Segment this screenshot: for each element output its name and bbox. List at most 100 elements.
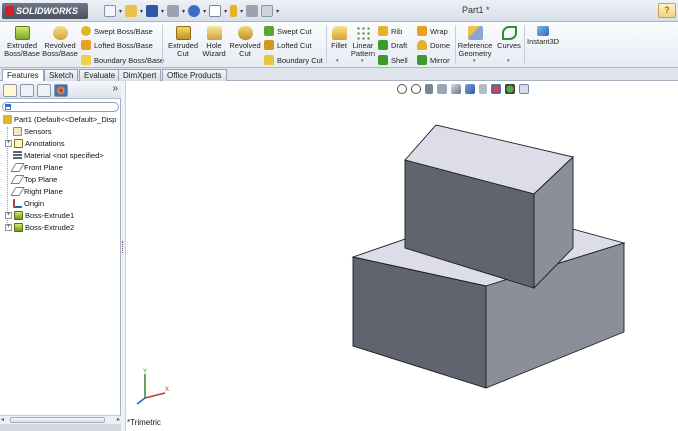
extruded-boss-icon (14, 26, 30, 40)
model-canvas[interactable]: Y X (127, 81, 678, 431)
document-title: Part1 * (462, 5, 490, 15)
draft-icon (378, 40, 388, 50)
open-dropdown-icon[interactable]: ▾ (140, 8, 143, 15)
expand-icon[interactable]: + (5, 224, 12, 231)
reference-geometry-label: Reference Geometry (457, 41, 493, 58)
instant3d-button[interactable]: Instant3D (527, 22, 559, 46)
swept-cut-button[interactable]: Swept Cut (264, 25, 312, 37)
extruded-boss-button[interactable]: Extruded Boss/Base (4, 22, 40, 58)
tree-node-front-plane[interactable]: Front Plane (10, 162, 63, 173)
revolved-boss-button[interactable]: Revolved Boss/Base (42, 22, 78, 58)
scroll-left-icon[interactable]: ◂ (1, 416, 4, 423)
splitter-grip-icon[interactable] (122, 241, 124, 253)
print-dropdown-icon[interactable]: ▾ (182, 8, 185, 15)
rib-label: Rib (391, 26, 403, 36)
revolved-cut-button[interactable]: Revolved Cut (228, 22, 262, 58)
undo-icon[interactable] (188, 5, 201, 17)
dome-button[interactable]: Dome (417, 39, 450, 51)
feature-manager-tree-icon[interactable] (3, 84, 17, 97)
tab-sketch[interactable]: Sketch (44, 69, 79, 81)
undo-dropdown-icon[interactable]: ▾ (203, 8, 206, 15)
boundary-boss-button[interactable]: Boundary Boss/Base (81, 54, 164, 66)
extruded-cut-button[interactable]: Extruded Cut (165, 22, 201, 58)
graphics-area[interactable]: Y X *Trimetric (127, 81, 678, 431)
new-dropdown-icon[interactable]: ▾ (119, 8, 122, 15)
configuration-manager-icon[interactable] (37, 84, 51, 97)
tab-office-products[interactable]: Office Products (162, 69, 227, 81)
options-dropdown-icon[interactable]: ▾ (276, 8, 279, 15)
tree-node-sensors[interactable]: Sensors (13, 126, 52, 137)
feature-manager-panel: » Part1 (Default<<Default>_Disp Sensors … (0, 81, 121, 431)
part-icon (3, 115, 12, 124)
tab-evaluate[interactable]: Evaluate (79, 69, 121, 81)
lofted-boss-label: Lofted Boss/Base (94, 40, 153, 50)
hole-wizard-label: Hole Wizard (202, 41, 226, 58)
rebuild-icon[interactable] (230, 5, 238, 17)
fillet-button[interactable]: Fillet (329, 22, 349, 50)
help-icon[interactable]: ? (658, 3, 676, 18)
dome-label: Dome (430, 40, 451, 50)
rib-button[interactable]: Rib (378, 25, 402, 37)
ribbon-separator (326, 25, 327, 65)
options-icon[interactable] (261, 5, 274, 17)
property-manager-icon[interactable] (20, 84, 34, 97)
save-dropdown-icon[interactable]: ▾ (161, 8, 164, 15)
wrap-button[interactable]: Wrap (417, 25, 448, 37)
more-tabs-icon[interactable]: » (112, 83, 118, 94)
tree-node-material[interactable]: Material <not specified> (13, 150, 104, 161)
tab-dimxpert[interactable]: DimXpert (118, 69, 162, 81)
mirror-icon (417, 55, 427, 65)
solidworks-logo[interactable]: SOLIDWORKS (2, 3, 88, 19)
new-document-icon[interactable] (104, 5, 116, 17)
lofted-boss-button[interactable]: Lofted Boss/Base (81, 39, 153, 51)
expand-icon[interactable]: + (5, 212, 12, 219)
select-dropdown-icon[interactable]: ▾ (224, 8, 227, 15)
wrap-label: Wrap (430, 26, 448, 36)
linear-pattern-dropdown-icon[interactable]: ▾ (361, 58, 364, 64)
tree-node-annotations[interactable]: + Annotations (5, 138, 65, 149)
boundary-boss-icon (81, 55, 91, 65)
expand-icon[interactable]: + (5, 140, 12, 147)
origin-icon (13, 199, 22, 208)
extruded-boss-label: Extruded Boss/Base (4, 41, 40, 58)
filter-icon (5, 104, 11, 110)
ds-logo-icon (5, 6, 14, 16)
curves-button[interactable]: Curves (496, 22, 522, 50)
tree-filter-input[interactable] (2, 102, 119, 112)
tree-node-boss-extrude1[interactable]: + Boss-Extrude1 (5, 210, 74, 221)
swept-boss-button[interactable]: Swept Boss/Base (81, 25, 153, 37)
scroll-right-icon[interactable]: ▸ (117, 416, 120, 423)
tree-node-origin[interactable]: Origin (13, 198, 44, 209)
ribbon-separator (524, 25, 525, 65)
reference-geometry-button[interactable]: Reference Geometry (456, 22, 494, 58)
curves-dropdown-icon[interactable]: ▾ (507, 58, 510, 64)
mirror-button[interactable]: Mirror (417, 54, 450, 66)
model-tabs-strip[interactable] (0, 424, 121, 431)
fillet-dropdown-icon[interactable]: ▾ (336, 58, 339, 64)
rebuild-dropdown-icon[interactable]: ▾ (240, 8, 243, 15)
tree-node-label: Part1 (Default<<Default>_Disp (14, 115, 117, 124)
tree-node-right-plane[interactable]: Right Plane (10, 186, 63, 197)
hole-wizard-button[interactable]: Hole Wizard (199, 22, 229, 58)
panel-splitter[interactable] (121, 81, 126, 431)
scroll-thumb[interactable] (10, 417, 105, 423)
shell-button[interactable]: Shell (378, 54, 408, 66)
extruded-cut-label: Extruded Cut (167, 41, 199, 58)
file-properties-icon[interactable] (246, 5, 259, 17)
lofted-cut-button[interactable]: Lofted Cut (264, 39, 312, 51)
tree-horizontal-scrollbar[interactable]: ◂ ▸ (0, 415, 121, 424)
boundary-cut-button[interactable]: Boundary Cut (264, 54, 323, 66)
rib-icon (378, 26, 388, 36)
fillet-icon (331, 26, 347, 40)
tree-node-part[interactable]: Part1 (Default<<Default>_Disp (3, 114, 116, 125)
open-folder-icon[interactable] (125, 5, 138, 17)
tree-node-boss-extrude2[interactable]: + Boss-Extrude2 (5, 222, 74, 233)
display-manager-icon[interactable] (54, 84, 68, 97)
tree-node-top-plane[interactable]: Top Plane (10, 174, 57, 185)
linear-pattern-button[interactable]: Linear Pattern (350, 22, 376, 58)
draft-button[interactable]: Draft (378, 39, 407, 51)
select-arrow-icon[interactable] (209, 5, 222, 17)
print-icon[interactable] (167, 5, 180, 17)
reference-geometry-dropdown-icon[interactable]: ▾ (473, 58, 476, 64)
save-icon[interactable] (146, 5, 159, 17)
